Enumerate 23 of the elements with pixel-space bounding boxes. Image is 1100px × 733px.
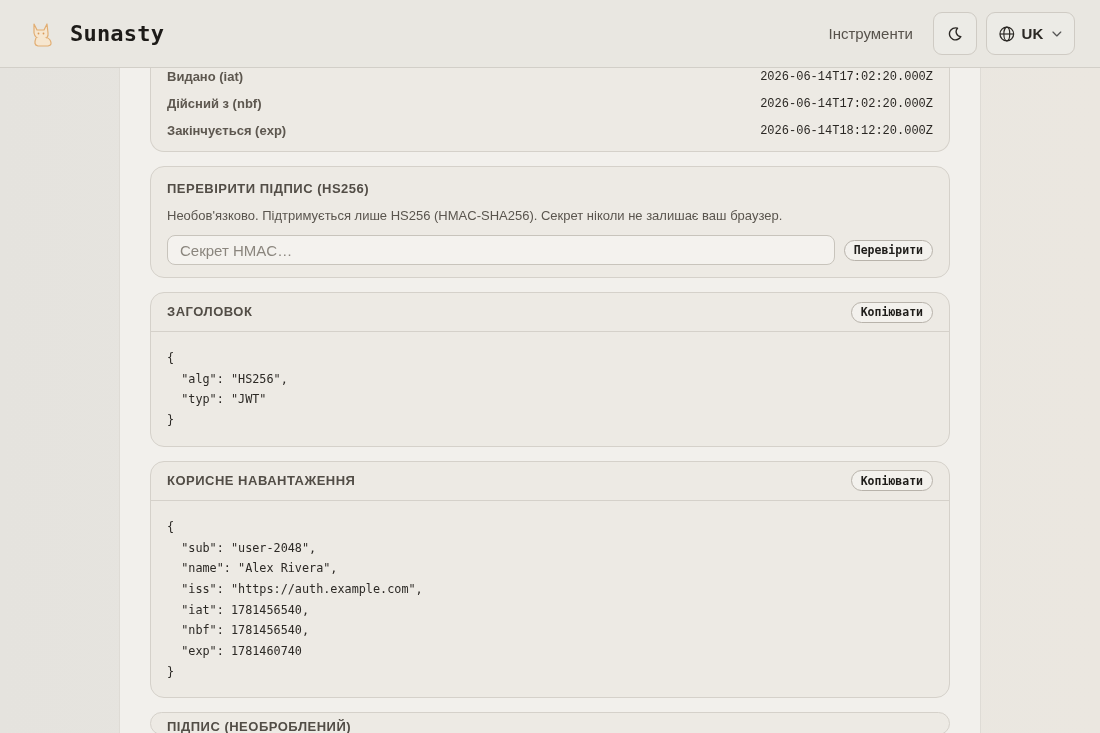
globe-icon [999,25,1015,42]
theme-toggle-button[interactable] [933,12,977,55]
claim-value: 2026-06-14T17:02:20.000Z [760,69,933,84]
json-code-text: { "alg": "HS256", "typ": "JWT" } [167,350,288,430]
language-button[interactable]: UK [986,12,1075,55]
chevron-down-icon [1052,30,1062,37]
verify-button[interactable]: Перевірити [843,239,933,261]
claim-label: Закінчується (exp) [167,123,287,138]
copy-button[interactable]: Копіювати [850,301,933,323]
card-title: ПЕРЕВІРИТИ ПІДПИС (HS256) [167,180,371,198]
section-title: КОРИСНЕ НАВАНТАЖЕННЯ [167,471,356,490]
claim-value: 2026-06-14T18:12:20.000Z [760,123,933,138]
copy-button[interactable]: Копіювати [850,470,933,492]
claim-label: Видано (iat) [167,69,244,84]
claim-value: 2026-06-14T17:02:20.000Z [760,96,933,111]
secret-field[interactable]: Секрет HMAC… [167,235,835,265]
section-title: ЗАГОЛОВОК [167,303,253,321]
claim-label: Дійсний з (nbf) [167,96,262,111]
json-code-text: { "sub": "user-2048", "name": "Alex Rivera", "iss": "https://auth.example.com", "iat": 1781456540, "nbf": 1781456540, "exp": 1781460740 } [167,518,423,681]
moon-icon [948,26,962,41]
nav-link[interactable]: Інструменти [828,25,913,42]
brand-name: Sunasty [70,21,165,46]
description-text: Необов'язково. Підтримується лише HS256 (HMAC-SHA256). Секрет ніколи не залишає ваш браузер. [167,207,784,225]
